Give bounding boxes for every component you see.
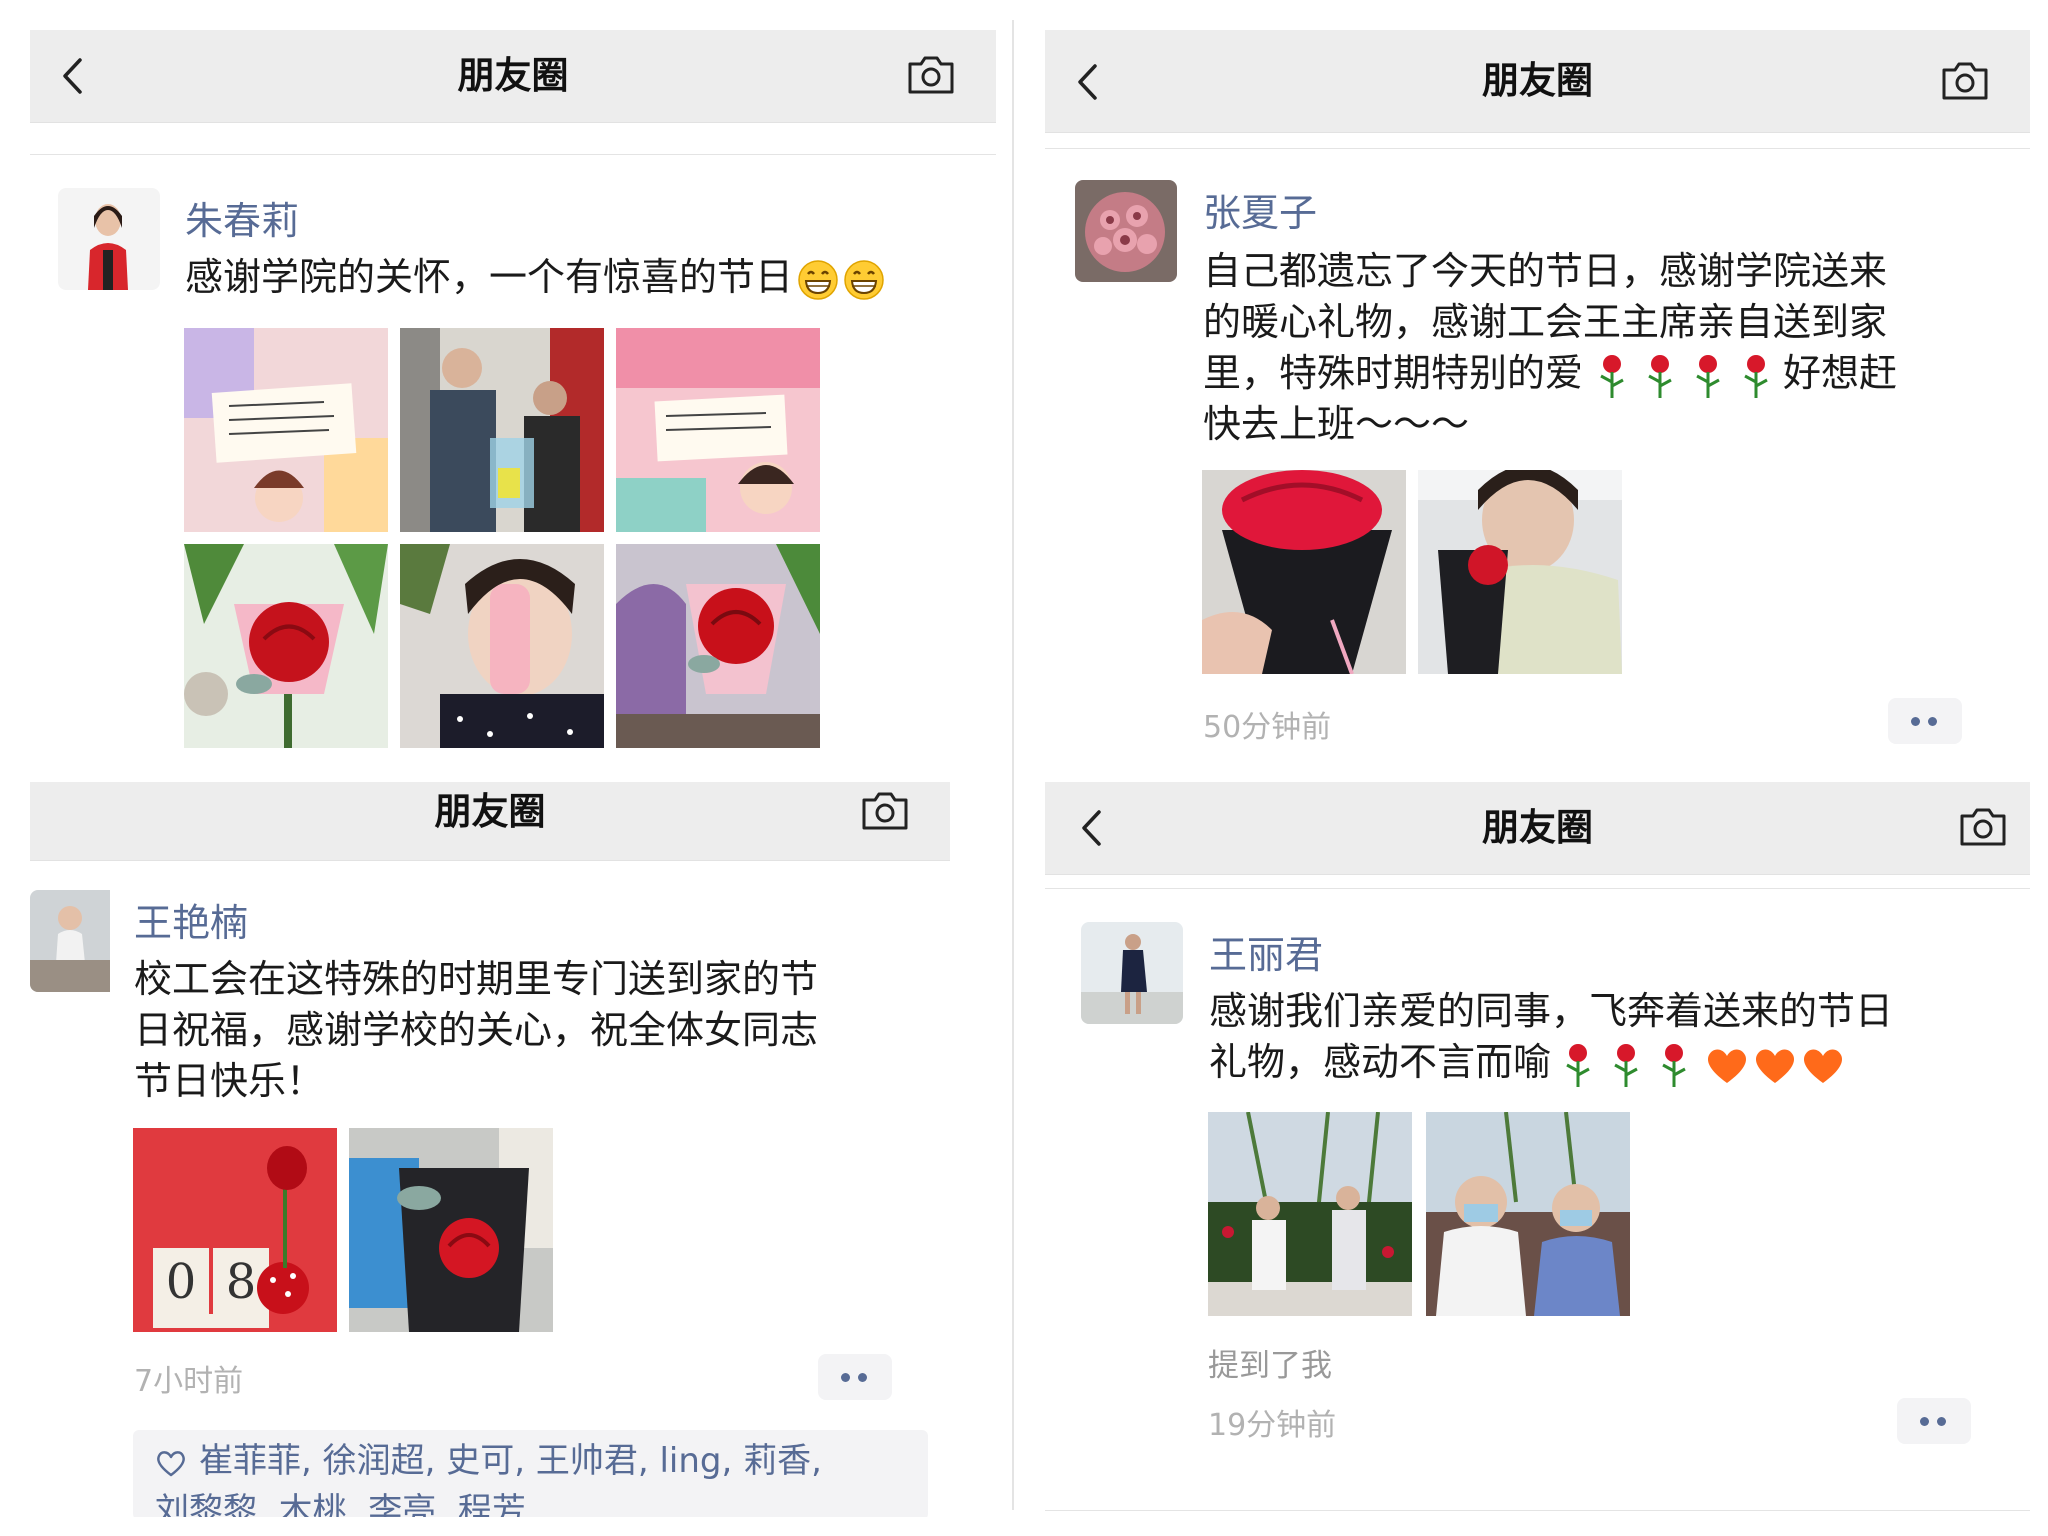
post-line-with-emoji: 礼物，感动不言而喻 <box>1209 1037 1893 1088</box>
mention-me[interactable]: 提到了我 <box>1208 1340 1332 1385</box>
svg-text:8: 8 <box>226 1254 257 1310</box>
post-photo[interactable] <box>400 328 604 532</box>
likes-line: 崔菲菲, 徐润超, 史可, 王帅君, ling, 莉香, <box>155 1436 908 1486</box>
camera-icon[interactable] <box>1958 806 2008 848</box>
rose-emoji-icon <box>1600 354 1624 398</box>
page-title: 朋友圈 <box>434 790 546 833</box>
post-time: 50分钟前 <box>1203 710 1332 745</box>
post-photo[interactable] <box>184 544 388 748</box>
post-photo[interactable] <box>1426 1112 1630 1316</box>
rose-emoji-icon <box>1566 1043 1590 1087</box>
nav-bar: 朋友圈 <box>30 782 950 861</box>
likes-names-line2[interactable]: 刘黎黎, 木桃, 李亮, 程芳 <box>155 1486 908 1517</box>
rose-emoji-icon <box>1696 354 1720 398</box>
more-button[interactable] <box>818 1354 892 1400</box>
avatar[interactable] <box>58 188 160 290</box>
rose-emoji-icon <box>1744 354 1768 398</box>
back-icon[interactable] <box>1067 60 1111 104</box>
more-button[interactable] <box>1897 1398 1971 1444</box>
separator <box>30 154 996 155</box>
user-name[interactable]: 朱春莉 <box>185 190 299 245</box>
post-line: 快去上班～～～ <box>1203 402 1470 446</box>
camera-icon[interactable] <box>906 54 956 96</box>
post-line-tail: 好想赶 <box>1783 351 1898 395</box>
orange-heart-emoji-icon <box>1756 1048 1795 1083</box>
orange-heart-emoji-icon <box>1804 1048 1843 1083</box>
user-name[interactable]: 王丽君 <box>1209 924 1323 979</box>
back-icon[interactable] <box>52 54 96 98</box>
grinning-emoji-icon <box>844 259 884 300</box>
post-photo[interactable] <box>1202 470 1406 674</box>
likes-list: 崔菲菲, 徐润超, 史可, 王帅君, ling, 莉香, 刘黎黎, 木桃, 李亮… <box>133 1430 928 1517</box>
separator <box>1045 888 2030 889</box>
rose-emoji-icon <box>1614 1043 1638 1087</box>
post-line: 礼物，感动不言而喻 <box>1209 1040 1552 1084</box>
post-photo[interactable]: 08 <box>133 1128 337 1332</box>
post-line: 里，特殊时期特别的爱 <box>1203 351 1584 395</box>
post-photo[interactable] <box>184 328 388 532</box>
nav-bar: 朋友圈 <box>1045 782 2030 875</box>
post-line: 日祝福，感谢学校的关心，祝全体女同志 <box>134 1008 819 1052</box>
rose-emoji-icon <box>1662 1043 1686 1087</box>
moments-panel-2: 朋友圈 张夏子 自己都遗忘了今天的节日，感谢学院送来 的暖心礼物，感谢工会王主席… <box>1045 30 2030 760</box>
avatar[interactable] <box>1081 922 1183 1024</box>
svg-text:0: 0 <box>166 1254 197 1310</box>
page-title: 朋友圈 <box>1482 59 1593 102</box>
post-line: 自己都遗忘了今天的节日，感谢学院送来 <box>1203 249 1888 293</box>
separator <box>1045 1510 2030 1511</box>
more-button[interactable] <box>1888 698 1962 744</box>
post-text: 感谢学院的关怀，一个有惊喜的节日 <box>185 252 885 303</box>
likes-names[interactable]: 崔菲菲, 徐润超, 史可, 王帅君, ling, 莉香, <box>199 1441 822 1481</box>
post-photo[interactable] <box>1208 1112 1412 1316</box>
orange-heart-emoji-icon <box>1708 1048 1747 1083</box>
avatar[interactable] <box>1075 180 1177 282</box>
moments-panel-3: 朋友圈 王艳楠 校工会在这特殊的时期里专门送到家的节 日祝福，感谢学校的关心，祝… <box>30 782 950 1517</box>
avatar[interactable] <box>30 890 132 992</box>
camera-icon[interactable] <box>860 790 910 832</box>
post-text: 校工会在这特殊的时期里专门送到家的节 日祝福，感谢学校的关心，祝全体女同志 节日… <box>134 954 818 1107</box>
post-line: 节日快乐！ <box>134 1059 325 1103</box>
user-name[interactable]: 王艳楠 <box>134 892 248 947</box>
grinning-emoji-icon <box>798 259 838 300</box>
post-time: 19分钟前 <box>1208 1408 1337 1443</box>
nav-bar: 朋友圈 <box>1045 30 2030 133</box>
moments-panel-1: 朋友圈 朱春莉 感谢学院的关怀，一个有惊喜的节日 <box>30 30 996 760</box>
post-photo[interactable] <box>616 328 820 532</box>
rose-emoji-icon <box>1648 354 1672 398</box>
post-line: 感谢我们亲爱的同事，飞奔着送来的节日 <box>1209 989 1894 1033</box>
moments-panel-4: 朋友圈 王丽君 感谢我们亲爱的同事，飞奔着送来的节日 礼物，感动不言而喻 提到了… <box>1045 782 2030 1517</box>
nav-bar: 朋友圈 <box>30 30 996 123</box>
post-photo[interactable] <box>1418 470 1622 674</box>
camera-icon[interactable] <box>1940 60 1990 102</box>
post-text-content: 感谢学院的关怀，一个有惊喜的节日 <box>185 255 794 299</box>
post-photo[interactable] <box>349 1128 553 1332</box>
back-icon[interactable] <box>1071 806 1115 850</box>
post-line: 的暖心礼物，感谢工会王主席亲自送到家 <box>1203 300 1888 344</box>
page-title: 朋友圈 <box>1482 806 1593 849</box>
user-name[interactable]: 张夏子 <box>1203 182 1317 237</box>
separator <box>1045 148 2030 149</box>
page-title: 朋友圈 <box>457 54 569 97</box>
post-line: 校工会在这特殊的时期里专门送到家的节 <box>134 957 819 1001</box>
post-photo[interactable] <box>400 544 604 748</box>
post-text: 感谢我们亲爱的同事，飞奔着送来的节日 礼物，感动不言而喻 <box>1209 986 1893 1088</box>
post-text: 自己都遗忘了今天的节日，感谢学院送来 的暖心礼物，感谢工会王主席亲自送到家 里，… <box>1203 246 1897 450</box>
post-line-with-emoji: 里，特殊时期特别的爱 好想赶 <box>1203 348 1897 399</box>
post-photo[interactable] <box>616 544 820 748</box>
post-time: 7小时前 <box>134 1364 244 1399</box>
heart-outline-icon <box>157 1450 185 1476</box>
panel-divider <box>1012 20 1014 1510</box>
